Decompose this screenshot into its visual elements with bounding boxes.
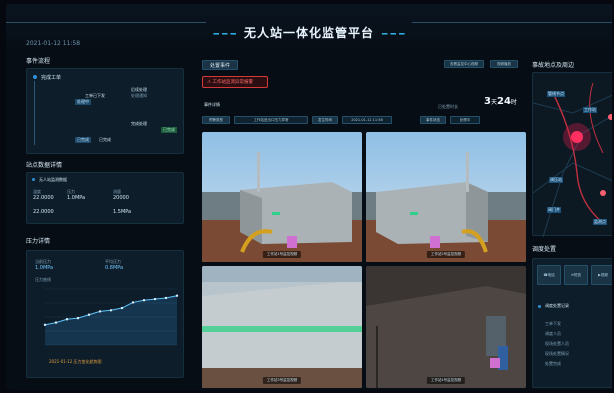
device-c3-value: 20000 bbox=[113, 195, 129, 201]
dispatch-sms-label: 短信 bbox=[573, 272, 581, 277]
dispatch-row-2: 调度人员 bbox=[545, 331, 561, 336]
dispatch-row-5: 处置完成 bbox=[545, 361, 561, 366]
dispatch-row-4: 现场处置情况 bbox=[545, 351, 569, 356]
dispatch-row-3: 现场处置人员 bbox=[545, 341, 569, 346]
camera-feed-3[interactable]: 工作站3号监控视频 bbox=[202, 266, 362, 388]
device-c5-value: 1.5MPa bbox=[113, 209, 132, 215]
pressure-chart bbox=[43, 288, 179, 346]
pressure-point bbox=[175, 294, 179, 297]
camera-label-4: 工作站4号监控视频 bbox=[426, 377, 466, 384]
camera-label-1: 工作站1号监控视频 bbox=[262, 251, 302, 258]
pressure-title: 压力详情 bbox=[26, 238, 51, 245]
dispatch-header-dot bbox=[538, 305, 541, 308]
device-panel: 无人站监测数据 温度 22.0000 压力 1.0MPa 流量 20000 22… bbox=[26, 172, 184, 224]
dispatch-phone[interactable]: ☎ 电话 bbox=[537, 265, 561, 285]
flow-status: 已完成 bbox=[99, 137, 111, 142]
pressure-point bbox=[164, 296, 168, 300]
dispatch-header: 调度处置记录 bbox=[545, 303, 569, 308]
pressure-point bbox=[153, 297, 157, 301]
elapsed-time: 3天24时 bbox=[484, 96, 517, 107]
device-c2-value: 1.0MPa bbox=[67, 195, 86, 201]
map-title: 事故地点及周边 bbox=[532, 62, 575, 69]
filter-time-label: 发生时间 bbox=[312, 116, 338, 124]
pressure-value-2: 0.8MPa bbox=[105, 265, 124, 271]
alarm-banner[interactable]: ⚠ 工作站监测异常报警 bbox=[202, 76, 268, 88]
camera-feed-1[interactable]: 工作站1号监控视频 bbox=[202, 132, 362, 262]
filter-status-label: 事件状态 bbox=[420, 116, 446, 124]
pressure-point bbox=[54, 321, 58, 324]
pressure-footer: 2021-01-12 压力变化趋势图 bbox=[49, 359, 102, 364]
pressure-point bbox=[87, 313, 91, 316]
tab-dispose[interactable]: 处置事件 bbox=[202, 60, 238, 70]
dispatch-sms[interactable]: ✉ 短信 bbox=[564, 265, 588, 285]
device-dot bbox=[32, 178, 35, 181]
dispatch-video-label: 视频 bbox=[600, 272, 608, 277]
dashboard: ━ ━ ━ 无人站一体化监管平台 ━ ━ ━ 2021-01-12 11:58 事件… bbox=[6, 4, 612, 390]
flow-step-1: 完成工单 bbox=[41, 75, 62, 81]
camera-feed-2[interactable]: 工作站2号监控视频 bbox=[366, 132, 526, 262]
flow-step-4: 完成处理 bbox=[131, 121, 147, 126]
filter-type-value[interactable]: 工作站进出口压力异常 bbox=[234, 116, 308, 124]
flow-note: 处理通知 bbox=[131, 93, 147, 98]
pressure-point bbox=[65, 318, 69, 321]
dispatch-phone-label: 电话 bbox=[547, 272, 555, 277]
elapsed-label: 已处置时长 bbox=[438, 104, 458, 109]
page-title: ━ ━ ━ 无人站一体化监管平台 ━ ━ ━ bbox=[213, 26, 405, 40]
datetime: 2021-01-12 11:58 bbox=[26, 40, 81, 47]
flow-line bbox=[34, 81, 35, 145]
camera-label-3: 工作站3号监控视频 bbox=[262, 377, 302, 384]
btn-play-video[interactable]: 视频播放 bbox=[490, 60, 518, 68]
pressure-value-1: 1.0MPa bbox=[35, 265, 54, 271]
pressure-point bbox=[131, 301, 135, 304]
map-label-3[interactable]: 调压站 bbox=[549, 177, 563, 183]
device-c4-value: 22.0000 bbox=[33, 209, 54, 215]
header: ━ ━ ━ 无人站一体化监管平台 ━ ━ ━ 2021-01-12 11:58 bbox=[6, 4, 612, 50]
pressure-point bbox=[76, 316, 80, 320]
filter-status-value[interactable]: 处理中 bbox=[450, 116, 480, 124]
device-c1-value: 22.0000 bbox=[33, 195, 54, 201]
header-line-right bbox=[412, 22, 612, 23]
flow-badge-1: 处理中 bbox=[75, 99, 91, 105]
pressure-point bbox=[98, 310, 102, 313]
pressure-point bbox=[142, 299, 146, 302]
map-label-1[interactable]: 管线节点 bbox=[547, 91, 565, 97]
dispatch-row-1: 工单下发 bbox=[545, 321, 561, 326]
device-name: 无人站监测数据 bbox=[39, 177, 67, 182]
dispatch-video[interactable]: ▶ 视频 bbox=[591, 265, 612, 285]
dispatch-panel: ☎ 电话 ✉ 短信 ▶ 视频 调度处置记录 工单下发 调度人员 现场处置人员 现场处置… bbox=[532, 258, 612, 388]
pressure-point bbox=[109, 309, 113, 312]
pressure-panel: 当前压力 1.0MPa 平均压力 0.8MPa 压力曲线 2021-01-12 … bbox=[26, 250, 184, 378]
pressure-point bbox=[120, 306, 124, 310]
flow-step4-badge: 已完成 bbox=[161, 127, 177, 133]
pressure-point bbox=[43, 323, 47, 327]
device-title: 站点数据详情 bbox=[26, 162, 63, 169]
header-line-left bbox=[6, 22, 206, 23]
filter-time-value[interactable]: 2021-01-12 11:58 bbox=[342, 116, 392, 124]
camera-label-2: 工作站2号监控视频 bbox=[426, 251, 466, 258]
map-label-5[interactable]: 监测点 bbox=[593, 219, 607, 225]
flow-panel: 完成工单 工单已下发 处理中 后续处理 处理通知 完成处理 已完成 已完成 已完… bbox=[26, 68, 184, 154]
dispatch-title: 调度处置 bbox=[532, 246, 557, 253]
map-label-2[interactable]: 工作站 bbox=[583, 107, 597, 113]
flow-title: 事件流程 bbox=[26, 58, 51, 65]
flow-badge-2: 已完成 bbox=[75, 137, 91, 143]
btn-monitor-video[interactable]: 查看监控中心视频 bbox=[444, 60, 484, 68]
camera-feed-4[interactable]: 工作站4号监控视频 bbox=[366, 266, 526, 388]
incident-map[interactable]: 管线节点 工作站 调压站 阀门井 监测点 bbox=[532, 72, 612, 238]
map-label-4[interactable]: 阀门井 bbox=[547, 207, 561, 213]
detail-label: 事件详情 bbox=[204, 102, 220, 107]
filter-type-label: 预警类型 bbox=[202, 116, 230, 124]
flow-dot-1 bbox=[33, 75, 37, 79]
